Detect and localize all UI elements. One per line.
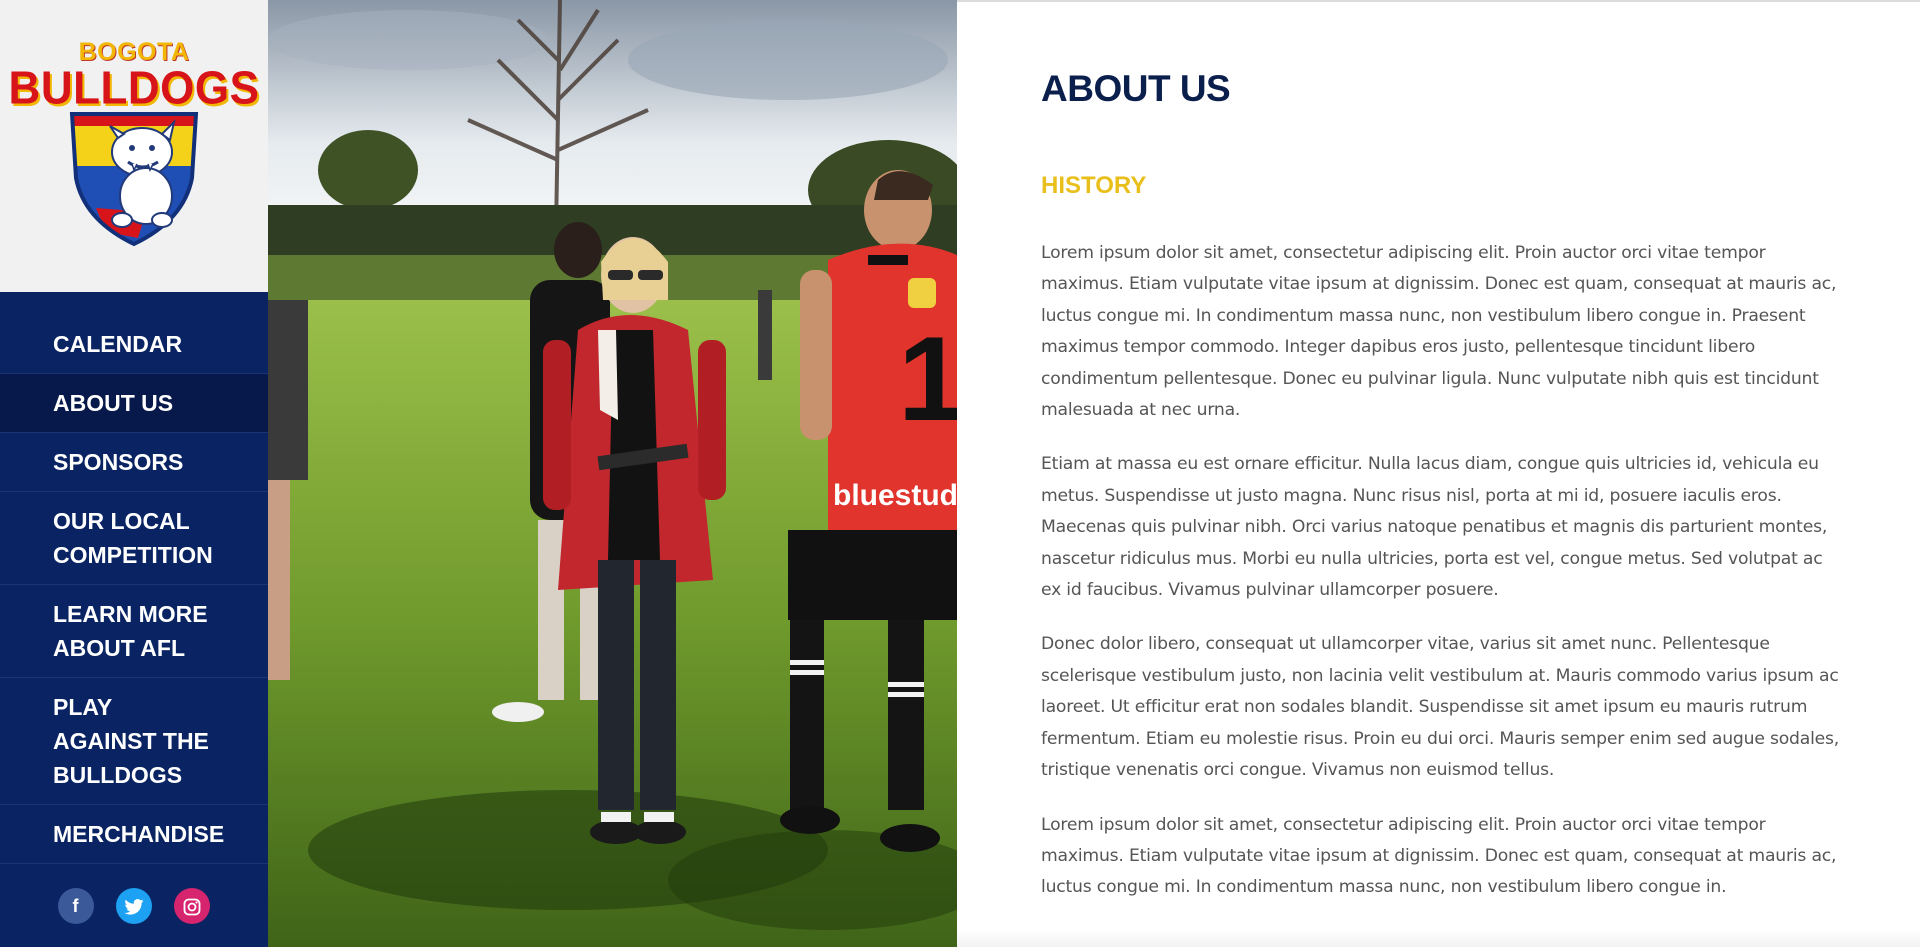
bulldog-crest-icon (69, 112, 199, 247)
top-divider (957, 0, 1920, 2)
paragraph: Donec dolor libero, consequat ut ullamco… (1041, 634, 1840, 781)
facebook-icon[interactable]: f (57, 888, 94, 924)
jersey-number: 1 (898, 312, 957, 446)
jersey-sponsor: bluestudio (833, 479, 957, 512)
page-title: ABOUT US (1041, 68, 1231, 109)
twitter-icon[interactable] (116, 888, 152, 924)
paragraph: Lorem ipsum dolor sit amet, consectetur … (1041, 814, 1837, 898)
nav-item-calendar[interactable]: CALENDAR (0, 315, 268, 374)
main-nav: CALENDAR ABOUT US SPONSORS OUR LOCAL COM… (0, 315, 268, 864)
social-links: f (0, 888, 268, 924)
nav-item-merchandise[interactable]: MERCHANDISE (0, 805, 268, 864)
nav-item-our-local-competition[interactable]: OUR LOCAL COMPETITION (0, 492, 268, 585)
team-photo-image: 1 bluestudio (268, 0, 957, 947)
logo[interactable]: BOGOTA BULLDOGS (0, 0, 268, 292)
history-text: Lorem ipsum dolor sit amet, consectetur … (1041, 238, 1841, 927)
nav-item-play-against-the-bulldogs[interactable]: PLAY AGAINST THE BULLDOGS (0, 678, 268, 805)
paragraph: Lorem ipsum dolor sit amet, consectetur … (1041, 243, 1837, 421)
nav-item-about-us[interactable]: ABOUT US (0, 374, 268, 433)
section-title-history: HISTORY (1041, 172, 1147, 199)
sidebar: BOGOTA BULLDOGS CALENDAR ABOUT US SPONSO… (0, 0, 268, 947)
bottom-shadow (957, 929, 1920, 947)
nav-item-learn-more-about-afl[interactable]: LEARN MORE ABOUT AFL (0, 585, 268, 678)
instagram-icon[interactable] (174, 888, 211, 924)
nav-item-sponsors[interactable]: SPONSORS (0, 433, 268, 492)
paragraph: Etiam at massa eu est ornare efficitur. … (1041, 454, 1828, 601)
facebook-glyph: f (72, 896, 79, 916)
team-photo: 1 bluestudio (268, 0, 957, 947)
